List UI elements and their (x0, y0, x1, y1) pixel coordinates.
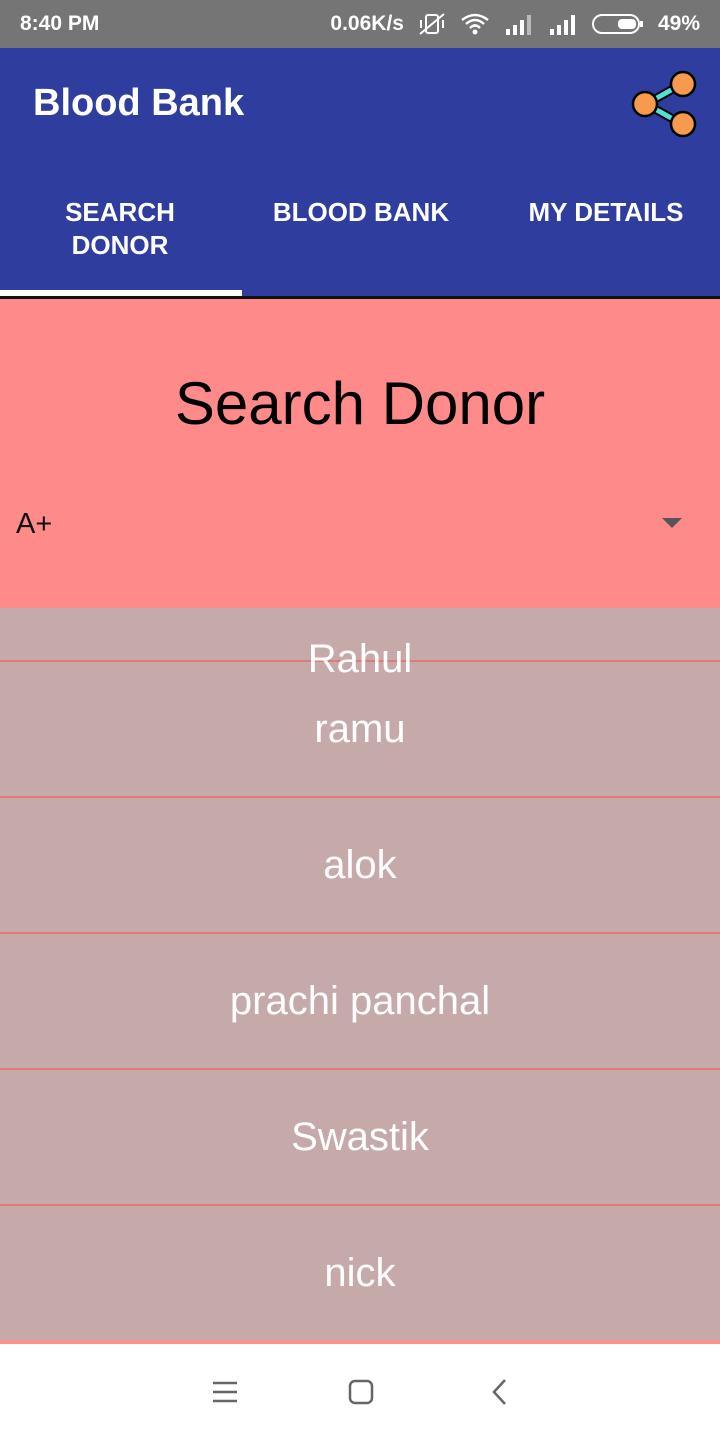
menu-button[interactable] (205, 1372, 245, 1412)
donor-name: ramu (314, 706, 406, 751)
tab-label: MY DETAILS (528, 197, 684, 227)
status-time: 8:40 PM (20, 12, 100, 35)
donor-name: alok (323, 842, 397, 887)
app-bar: Blood Bank SEARCH DONOR BLOOD BANK MY DE… (0, 48, 720, 296)
tab-my-details[interactable]: MY DETAILS (482, 176, 720, 296)
donor-name: Swastik (291, 1114, 429, 1159)
tab-blood-bank[interactable]: BLOOD BANK (240, 176, 482, 296)
menu-icon (213, 1381, 237, 1403)
wifi-icon (460, 12, 490, 36)
vibrate-off-icon (418, 12, 446, 36)
blood-group-value: A+ (16, 508, 53, 540)
home-button[interactable] (341, 1372, 381, 1412)
back-button[interactable] (480, 1372, 520, 1412)
search-panel: Search Donor A+ (0, 299, 720, 608)
donor-name: nick (324, 1250, 396, 1295)
signal-icon (504, 13, 534, 35)
navigation-bar (0, 1344, 720, 1440)
donor-name: Rahul (307, 637, 413, 681)
tab-label: BLOOD BANK (272, 197, 450, 227)
signal-icon (548, 13, 578, 35)
list-item[interactable]: ramu (0, 662, 720, 798)
battery-level: 49% (657, 12, 700, 35)
share-button[interactable] (628, 70, 700, 140)
page-title: Search Donor (174, 370, 546, 437)
back-icon (492, 1379, 506, 1405)
donor-list[interactable]: Rahul ramu alok prachi panchal Swastik n… (0, 560, 720, 1342)
list-item[interactable]: nick (0, 1206, 720, 1342)
app-title: Blood Bank (33, 82, 245, 124)
status-bar: 8:40 PM 0.06K/s 49% (0, 0, 720, 48)
home-square-icon (348, 1379, 374, 1405)
battery-icon (591, 12, 644, 36)
status-icons: 0.06K/s 49% (330, 12, 700, 36)
list-item[interactable]: prachi panchal (0, 934, 720, 1070)
list-bottom-divider (0, 1340, 720, 1344)
tab-search-donor[interactable]: SEARCH DONOR (0, 176, 242, 296)
donor-name: prachi panchal (229, 978, 491, 1023)
tab-label: SEARCH DONOR (65, 197, 175, 260)
list-item[interactable]: Swastik (0, 1070, 720, 1206)
dropdown-arrow-icon (662, 518, 682, 528)
network-speed: 0.06K/s (330, 12, 404, 35)
list-item[interactable]: alok (0, 798, 720, 934)
share-icon (631, 70, 697, 138)
blood-group-spinner[interactable]: A+ (0, 494, 720, 558)
tab-bar: SEARCH DONOR BLOOD BANK MY DETAILS (0, 176, 720, 296)
